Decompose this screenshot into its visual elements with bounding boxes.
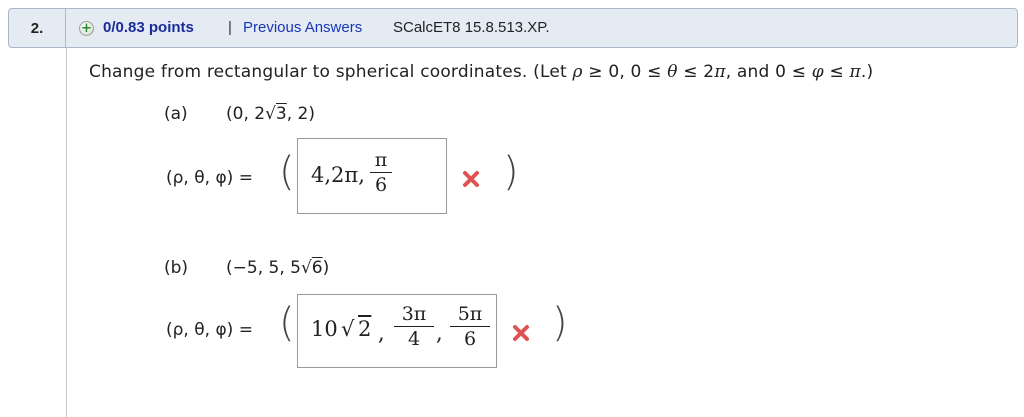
part-b-frac2-num: 5π	[457, 303, 483, 325]
points-score: 0/0.83 points	[103, 19, 194, 36]
part-b-close-paren: )	[552, 300, 568, 346]
part-b-frac1-num: 3π	[401, 303, 427, 325]
part-b-frac2-den: 6	[463, 328, 477, 350]
part-b-frac1-den: 4	[407, 328, 421, 350]
incorrect-x-icon	[463, 171, 479, 187]
previous-answers-link[interactable]: Previous Answers	[243, 19, 362, 36]
part-b-answer-box[interactable]: 10 √ 2 , 3π 4 , 5π 6	[297, 294, 497, 368]
part-a-close-paren: )	[503, 149, 519, 195]
fraction-bar	[450, 326, 490, 327]
part-a-answer-prefix: 4,2π,	[311, 163, 365, 187]
question-source: SCalcET8 15.8.513.XP.	[393, 19, 550, 36]
part-a-answer-fraction: π 6	[370, 149, 392, 196]
part-a-point: (0, 2√3, 2)	[226, 104, 316, 124]
part-a-frac-num: π	[374, 149, 388, 171]
part-b-answer-label: (ρ, θ, φ) =	[166, 320, 253, 340]
question-prompt: Change from rectangular to spherical coo…	[89, 62, 874, 82]
part-b-comma-1: ,	[378, 321, 385, 345]
header-separator: |	[228, 19, 232, 36]
part-a-answer-box[interactable]: 4,2π, π 6	[297, 138, 447, 214]
left-divider	[66, 48, 67, 417]
part-b-answer-prefix: 10	[311, 317, 338, 341]
part-a-frac-den: 6	[374, 174, 388, 196]
part-b-label: (b)	[164, 258, 189, 278]
incorrect-x-icon	[513, 325, 529, 341]
part-b-sqrt-sign: √	[341, 317, 355, 341]
part-a-label: (a)	[164, 104, 188, 124]
part-a-open-paren: (	[279, 149, 295, 195]
part-b-open-paren: (	[279, 300, 295, 346]
part-b-fraction-1: 3π 4	[394, 303, 434, 350]
expand-plus-icon[interactable]: +	[79, 21, 94, 36]
part-b-radicand: 2	[358, 317, 372, 341]
part-b-fraction-2: 5π 6	[450, 303, 490, 350]
part-b-comma-2: ,	[436, 321, 443, 345]
fraction-bar	[394, 326, 434, 327]
part-a-answer-label: (ρ, θ, φ) =	[166, 168, 253, 188]
question-number: 2.	[9, 9, 66, 47]
part-b-point: (−5, 5, 5√6)	[226, 258, 330, 278]
fraction-bar	[370, 172, 392, 173]
question-header: 2. + 0/0.83 points | Previous Answers SC…	[8, 8, 1018, 48]
